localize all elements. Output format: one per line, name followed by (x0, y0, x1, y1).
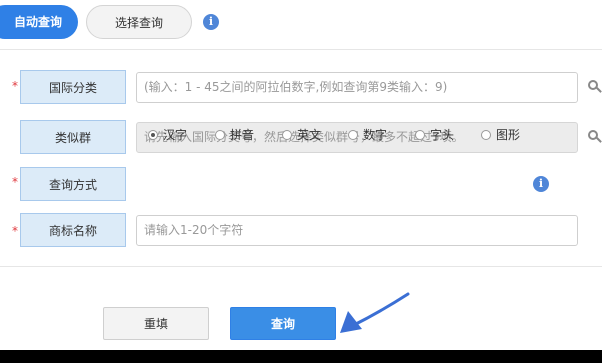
arrow-shaft (350, 292, 410, 328)
radio-label: 拼音 (230, 128, 255, 142)
trademark-name-input[interactable]: 请输入1-20个字符 (136, 215, 578, 246)
info-icon[interactable]: i (533, 176, 549, 192)
radio-label: 英文 (297, 128, 322, 142)
radio-label: 数字 (363, 128, 388, 142)
query-button[interactable]: 查询 (230, 307, 336, 340)
search-icon[interactable] (588, 130, 602, 144)
radio-button-checked[interactable] (148, 130, 158, 140)
radio-button[interactable] (215, 130, 225, 140)
required-mark: * (12, 224, 18, 238)
tab-bar: 自动查询 选择查询 i (0, 0, 602, 50)
tab-select-query[interactable]: 选择查询 (86, 5, 192, 39)
trademark-search-page: 自动查询 选择查询 i * 国际分类 (输入：1 - 45之间的阿拉伯数字,例如… (0, 0, 602, 350)
intl-class-label: 国际分类 (20, 70, 126, 104)
radio-button[interactable] (415, 130, 425, 140)
search-icon[interactable] (588, 80, 602, 94)
radio-button[interactable] (481, 130, 491, 140)
intl-class-input[interactable]: (输入：1 - 45之间的阿拉伯数字,例如查询第9类输入：9) (136, 72, 578, 103)
info-icon[interactable]: i (203, 14, 219, 30)
arrow-head (340, 311, 362, 333)
radio-label: 图形 (496, 128, 521, 142)
radio-button[interactable] (348, 130, 358, 140)
radio-button[interactable] (282, 130, 292, 140)
required-mark: * (12, 175, 18, 189)
required-mark: * (12, 79, 18, 93)
reset-button[interactable]: 重填 (103, 307, 209, 340)
trademark-name-label: 商标名称 (20, 213, 126, 247)
search-form: * 国际分类 (输入：1 - 45之间的阿拉伯数字,例如查询第9类输入：9) 类… (0, 50, 602, 267)
radio-label: 字头 (430, 128, 455, 142)
radio-label: 汉字 (163, 128, 188, 142)
tab-auto-query[interactable]: 自动查询 (0, 5, 78, 39)
similar-group-label: 类似群 (20, 120, 126, 154)
query-method-label: 查询方式 (20, 167, 126, 201)
